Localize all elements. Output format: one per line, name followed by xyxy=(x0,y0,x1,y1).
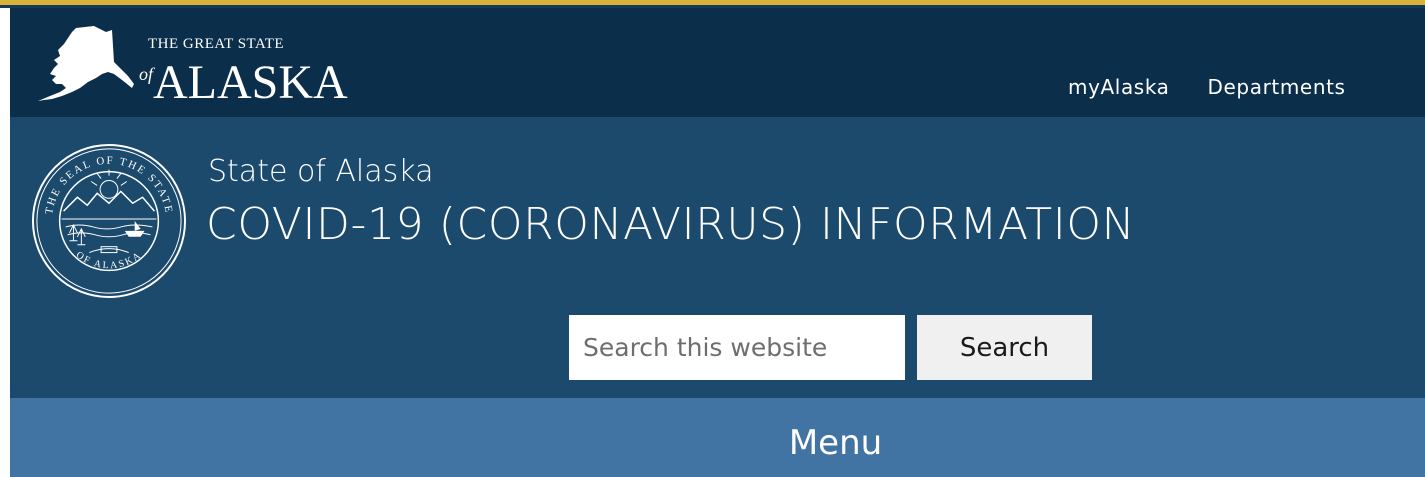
state-of-alaska-logo[interactable]: THE GREAT STATE ofALASKA xyxy=(36,22,366,107)
menu-toggle-button[interactable]: Menu xyxy=(10,398,1425,477)
logo-of: of xyxy=(139,64,154,84)
search-input[interactable] xyxy=(569,315,905,380)
page-title: COVID-19 (CORONAVIRUS) INFORMATION xyxy=(206,199,1136,250)
state-seal-icon: THE SEAL OF THE STATE OF ALASKA xyxy=(31,143,187,299)
logo-alaska: ALASKA xyxy=(153,56,348,109)
top-header-bar: THE GREAT STATE ofALASKA myAlaska Departm… xyxy=(10,8,1425,117)
top-navigation: myAlaska Departments xyxy=(1068,75,1384,105)
site-subtitle: State of Alaska xyxy=(208,154,434,189)
site-title-section: THE SEAL OF THE STATE OF ALASKA State of… xyxy=(10,117,1425,398)
logo-wordmark: ofALASKA xyxy=(139,50,348,107)
menu-bar: Menu xyxy=(10,398,1425,477)
nav-link-departments[interactable]: Departments xyxy=(1208,75,1346,99)
seal-top-text: THE SEAL OF THE STATE xyxy=(43,155,173,215)
nav-link-myalaska[interactable]: myAlaska xyxy=(1068,75,1170,99)
svg-text:THE SEAL OF THE STATE: THE SEAL OF THE STATE xyxy=(43,155,175,215)
search-button[interactable]: Search xyxy=(917,315,1092,380)
alaska-map-icon xyxy=(38,26,134,101)
page: THE GREAT STATE ofALASKA myAlaska Departm… xyxy=(0,0,1425,477)
